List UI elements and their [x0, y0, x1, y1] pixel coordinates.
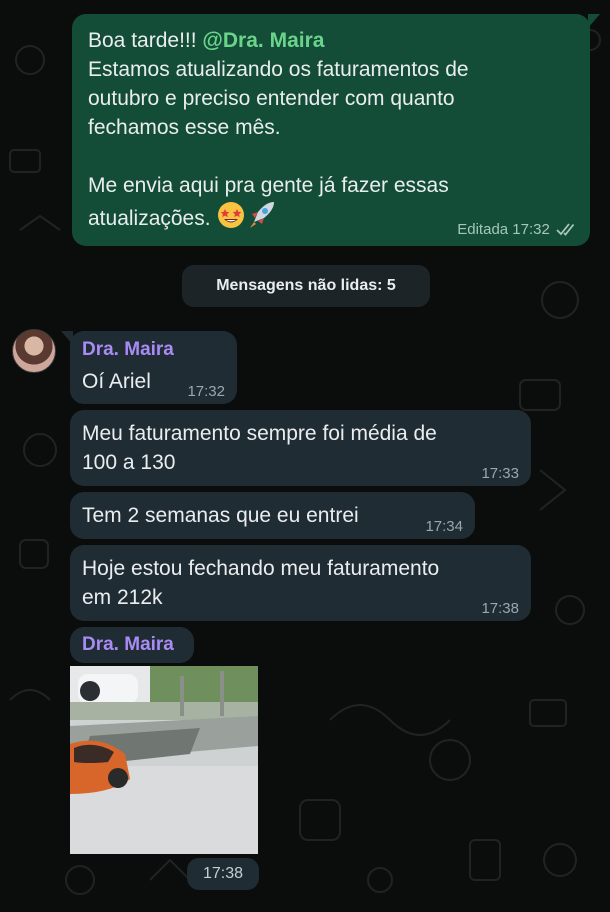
message-text: Meu faturamento sempre foi média de 100 …: [82, 422, 437, 474]
incoming-message[interactable]: Dra. Maira Oí Ariel 17:32: [61, 331, 237, 404]
message-time: 17:33: [481, 465, 519, 482]
message-time: 17:38: [481, 600, 519, 617]
sender-name[interactable]: Dra. Maira: [82, 339, 174, 361]
sender-name[interactable]: Dra. Maira: [82, 634, 174, 656]
mention-link[interactable]: @Dra. Maira: [202, 29, 324, 52]
outgoing-message-meta: Editada 17:32: [457, 221, 578, 238]
media-image[interactable]: [70, 666, 258, 854]
message-time: 17:34: [425, 518, 463, 535]
star-struck-emoji-icon: [218, 202, 245, 228]
media-time-pill: 17:38: [187, 858, 259, 890]
message-time: 17:32: [187, 383, 225, 400]
rocket-emoji-icon: [250, 202, 275, 228]
media-sender-header[interactable]: Dra. Maira: [70, 627, 194, 663]
double-check-icon: [556, 223, 575, 236]
unread-messages-divider: Mensagens não lidas: 5: [182, 265, 430, 307]
incoming-message[interactable]: Hoje estou fechando meu faturamento em 2…: [70, 545, 531, 621]
message-text: Tem 2 semanas que eu entrei: [82, 504, 359, 527]
incoming-message[interactable]: Meu faturamento sempre foi média de 100 …: [70, 410, 531, 486]
incoming-message[interactable]: Tem 2 semanas que eu entrei 17:34: [70, 492, 475, 539]
message-time: 17:38: [202, 865, 244, 882]
outgoing-message-text: Boa tarde!!! @Dra. Maira Estamos atualiz…: [88, 29, 469, 230]
message-text: Hoje estou fechando meu faturamento em 2…: [82, 557, 440, 609]
sender-avatar[interactable]: [12, 329, 56, 373]
outgoing-message[interactable]: Boa tarde!!! @Dra. Maira Estamos atualiz…: [72, 14, 600, 246]
message-text: Oí Ariel: [82, 370, 151, 393]
edited-timestamp: Editada 17:32: [457, 221, 550, 238]
